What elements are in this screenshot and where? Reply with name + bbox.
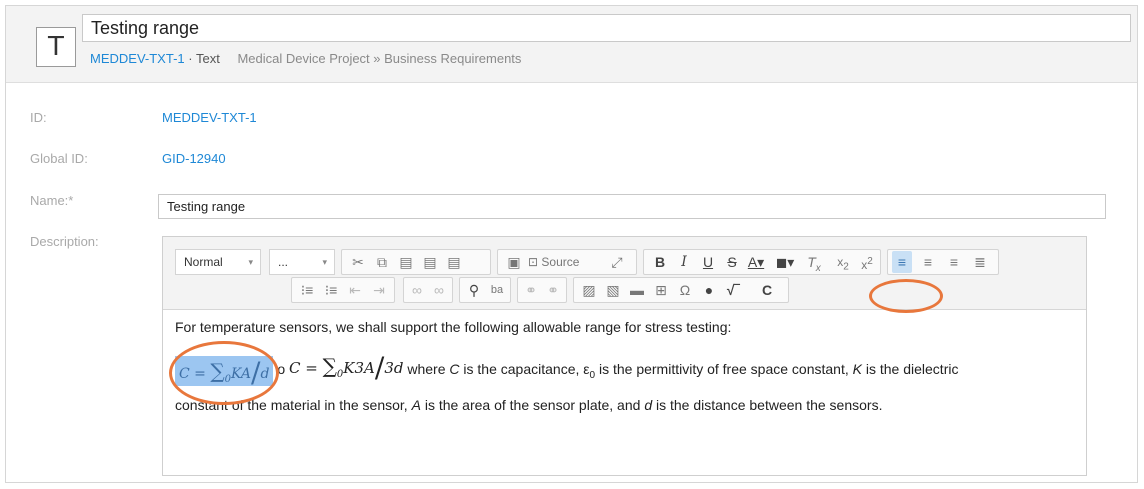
item-type: Text (195, 51, 220, 66)
italic-icon[interactable]: I (674, 251, 694, 273)
content-line-3: constant of the material in the sensor, … (175, 395, 882, 415)
item-title-field[interactable]: Testing range (82, 14, 1131, 42)
global-id-value[interactable]: GID-12940 (162, 151, 226, 166)
l3-text-a: constant of the material in the sensor, (175, 397, 408, 413)
item-id-link[interactable]: MEDDEV-TXT-1 (90, 51, 185, 66)
text-type-icon: T (36, 27, 76, 67)
l2-text-b: is the permittivity of free space consta… (598, 361, 849, 378)
selected-formula[interactable]: C = ∑0KA/d (175, 355, 274, 386)
f-c: C (289, 359, 301, 377)
indent-icon[interactable]: ⇥ (369, 279, 389, 301)
sel-sum: ∑ (210, 358, 225, 383)
capacitance-formula: C = ∑0K3A/3d (289, 353, 403, 388)
f-slash: / (374, 351, 385, 384)
insert-file-icon[interactable]: ▧ (603, 279, 623, 301)
source-button[interactable]: ⊡ Source (528, 251, 579, 273)
special-char-icon[interactable]: Ω (675, 279, 695, 301)
link-icon[interactable]: ∞ (407, 279, 427, 301)
highlight-ring-toolbar (869, 279, 943, 313)
superscript-icon[interactable]: x2 (857, 251, 877, 273)
anchor-icon[interactable]: ⚭ (521, 279, 541, 301)
global-id-label: Global ID: (30, 151, 88, 166)
l2-text-c: is the dielectric (865, 361, 959, 378)
source-label: Source (541, 255, 580, 269)
separator: · (188, 51, 193, 66)
l2-sub: 0 (589, 370, 596, 381)
align-right-icon[interactable]: ≡ (944, 251, 964, 273)
maximize-icon[interactable]: ⤢ (607, 251, 627, 273)
description-label: Description: (30, 234, 99, 249)
justify-icon[interactable]: ≣ (970, 251, 990, 273)
subscript-icon[interactable]: x2 (833, 251, 853, 273)
align-left-icon[interactable]: ≡ (892, 251, 912, 273)
cut-icon[interactable]: ✂ (348, 251, 368, 273)
folder-icon[interactable]: ▬ (627, 279, 647, 301)
format-value: Normal (184, 255, 223, 269)
item-panel: T Testing range MEDDEV-TXT-1 · Text Medi… (5, 5, 1138, 483)
remove-format-icon[interactable]: Tx (804, 251, 824, 274)
f-3d: 3d (384, 359, 404, 377)
chevron-down-icon: ▾ (248, 257, 253, 267)
l3-text-b: is the area of the sensor plate, and (424, 397, 641, 413)
text-fragment: o (277, 361, 286, 378)
bold-icon[interactable]: B (650, 251, 670, 273)
source-icon: ⊡ (528, 255, 539, 269)
font-select[interactable]: ... ▾ (269, 249, 335, 275)
copy-icon[interactable]: ⧉ (372, 251, 392, 273)
unlink-icon[interactable]: ∞ (429, 279, 449, 301)
breadcrumb[interactable]: Medical Device Project » Business Requir… (237, 51, 521, 66)
text-color-icon[interactable]: A▾ (746, 251, 766, 273)
sel-eq: = (194, 365, 206, 382)
id-label: ID: (30, 110, 47, 125)
math-icon[interactable]: √‾ (723, 279, 743, 301)
templates-icon[interactable]: ▣ (504, 251, 524, 273)
format-select[interactable]: Normal ▾ (175, 249, 261, 275)
id-value[interactable]: MEDDEV-TXT-1 (162, 110, 257, 125)
l3-text-c: is the distance between the sensors. (656, 397, 883, 413)
sel-ka: KA (231, 365, 252, 382)
unanchor-icon[interactable]: ⚭ (543, 279, 563, 301)
paste-word-icon[interactable]: ▤ (444, 251, 464, 273)
name-field[interactable]: Testing range (158, 194, 1106, 219)
l3-d: d (644, 397, 653, 413)
font-value: ... (278, 255, 289, 269)
f-sum: ∑ (322, 354, 337, 378)
paste-icon[interactable]: ▤ (396, 251, 416, 273)
l2-where: where (407, 361, 446, 378)
strike-icon[interactable]: S (722, 251, 742, 273)
l2-text-a: is the capacitance, ε (463, 361, 590, 378)
align-center-icon[interactable]: ≡ (918, 251, 938, 273)
item-subtitle: MEDDEV-TXT-1 · Text Medical Device Proje… (90, 51, 521, 66)
description-editor[interactable]: Normal ▾ ... ▾ ✂ ⧉ ▤ ▤ ▤ ▣ ⊡ Source ⤢ B … (162, 236, 1087, 476)
f-eq: = (305, 359, 318, 377)
sel-d: d (260, 365, 270, 382)
accessibility-icon[interactable]: ● (699, 279, 719, 301)
editor-toolbar: Normal ▾ ... ▾ ✂ ⧉ ▤ ▤ ▤ ▣ ⊡ Source ⤢ B … (163, 237, 1086, 313)
numbered-list-icon[interactable]: ⁝≡ (297, 279, 317, 301)
content-line-1: For temperature sensors, we shall suppor… (175, 319, 732, 335)
l3-a: A (411, 397, 421, 413)
sel-c: C (179, 365, 190, 382)
chevron-down-icon: ▾ (322, 257, 327, 267)
outdent-icon[interactable]: ⇤ (345, 279, 365, 301)
bulleted-list-icon[interactable]: ⁝≡ (321, 279, 341, 301)
l2-c: C (449, 361, 460, 378)
replace-icon[interactable]: ba (487, 279, 507, 301)
item-header: T Testing range MEDDEV-TXT-1 · Text Medi… (6, 6, 1137, 83)
paste-text-icon[interactable]: ▤ (420, 251, 440, 273)
insert-image-icon[interactable]: ▨ (579, 279, 599, 301)
name-label: Name:* (30, 193, 74, 208)
bg-color-icon[interactable]: ◼▾ (775, 251, 795, 273)
find-icon[interactable]: ⚲ (464, 279, 484, 301)
content-line-2: C = ∑0KA/d o C = ∑0K3A/3d where C is the… (175, 353, 959, 388)
table-icon[interactable]: ⊞ (651, 279, 671, 301)
custom-c-icon[interactable]: C (757, 279, 777, 301)
l2-k: K (852, 361, 862, 378)
f-k3a: K3A (343, 359, 375, 377)
underline-icon[interactable]: U (698, 251, 718, 273)
